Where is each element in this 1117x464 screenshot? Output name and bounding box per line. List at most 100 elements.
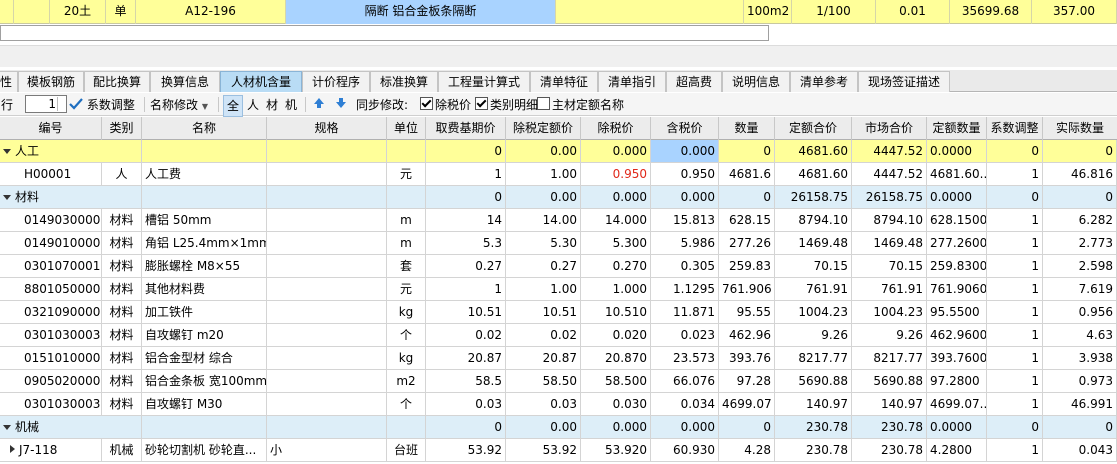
cell-spec[interactable] [267,163,387,185]
cell-quota-price-ex-tax[interactable]: 14.00 [506,209,581,231]
cell-quota-total[interactable]: 761.91 [775,278,852,300]
col-header-category[interactable]: 类别 [102,117,142,140]
col-header-quota-price-ex-tax[interactable]: 除税定额价 [506,117,581,140]
cell-base-price[interactable]: 1 [426,278,506,300]
cell-base-price[interactable]: 58.5 [426,370,506,392]
cell-quota-quantity[interactable]: 0.0000 [927,140,987,162]
cell-quota-total[interactable]: 230.78 [775,416,852,438]
cell-actual-quantity[interactable]: 2.773 [1043,232,1117,254]
cell-base-price[interactable]: 5.3 [426,232,506,254]
cell-quota-price-ex-tax[interactable]: 10.51 [506,301,581,323]
cell-code[interactable]: H00001 [0,163,102,185]
cell-price-ex-tax[interactable]: 58.500 [581,370,651,392]
cell-base-price[interactable]: 0 [426,416,506,438]
cell-unit[interactable]: 个 [387,393,426,415]
cell-market-total[interactable]: 9.26 [852,324,927,346]
filter-all-button[interactable]: 全 [223,95,244,117]
cell-quota-price-ex-tax[interactable]: 1.00 [506,163,581,185]
cell-price-ex-tax[interactable]: 10.510 [581,301,651,323]
cell-coef-adjust[interactable]: 0 [987,186,1043,208]
cell-actual-quantity[interactable]: 4.63 [1043,324,1117,346]
cell-spec[interactable] [267,347,387,369]
cell-market-total[interactable]: 140.97 [852,393,927,415]
tab-quantity-formula[interactable]: 工程量计算式 [438,71,530,92]
cell-quota-total[interactable]: 4681.60 [775,140,852,162]
resource-row[interactable]: 03010300033 材料 自攻螺钉 M30 个 0.03 0.03 0.030 0.034… [0,393,1117,416]
cell-actual-quantity[interactable]: 2.598 [1043,255,1117,277]
cell-actual-quantity[interactable]: 0.973 [1043,370,1117,392]
cell-price-inc-tax[interactable]: 11.871 [651,301,719,323]
cell-actual-quantity[interactable]: 46.991 [1043,393,1117,415]
cell-price-inc-tax[interactable]: 0.950 [651,163,719,185]
tab-standard-conversion[interactable]: 标准换算 [370,71,438,92]
cell-price-inc-tax[interactable]: 0.305 [651,255,719,277]
cell-price-ex-tax[interactable]: 5.300 [581,232,651,254]
cell-quota-quantity[interactable]: 0.0000 [927,186,987,208]
cell-quota-total[interactable]: 8217.77 [775,347,852,369]
cell-unit[interactable]: 个 [387,324,426,346]
cell-name[interactable]: 膨胀螺栓 M8×55 [142,255,267,277]
move-up-button[interactable] [313,96,325,114]
expand-triangle-icon[interactable] [10,445,15,453]
cell-code[interactable]: 人工 [0,140,102,162]
cell-quota-price-ex-tax[interactable]: 1.00 [506,278,581,300]
cell-coef-adjust[interactable]: 1 [987,347,1043,369]
cell-quantity[interactable]: 97.28 [719,370,775,392]
cell-quota-price-ex-tax[interactable]: 5.30 [506,232,581,254]
cell-spec[interactable] [267,416,387,438]
cell-price-inc-tax[interactable]: 0.000 [651,186,719,208]
filter-labor-button[interactable]: 人 [247,96,259,114]
cell-quota-price-ex-tax[interactable]: 0.27 [506,255,581,277]
cell-quota-price-ex-tax[interactable]: 0.00 [506,416,581,438]
cell-unit[interactable]: m [387,209,426,231]
cell-coef-adjust[interactable]: 0 [987,140,1043,162]
cell-quota-total[interactable]: 1004.23 [775,301,852,323]
cell-quota-price-ex-tax[interactable]: 20.87 [506,347,581,369]
cell-category[interactable]: 材料 [102,347,142,369]
resource-row[interactable]: J7-118 机械 砂轮切割机 砂轮直... 小台班 53.92 53.92 53.920 6… [0,439,1117,462]
cell-quantity[interactable]: 462.96 [719,324,775,346]
cell-spec[interactable] [267,209,387,231]
cell-name[interactable]: 铝合金条板 宽100mm [142,370,267,392]
tab-item-guide[interactable]: 清单指引 [598,71,666,92]
col-header-price-ex-tax[interactable]: 除税价 [581,117,651,140]
col-header-market-total[interactable]: 市场合价 [852,117,927,140]
cell-name[interactable]: 砂轮切割机 砂轮直... [142,439,267,461]
col-header-price-inc-tax[interactable]: 含税价 [651,117,719,140]
cell-unit[interactable]: 元 [387,278,426,300]
cell-category[interactable]: 材料 [102,255,142,277]
tab-partial[interactable]: 性 [0,71,18,92]
cell-quota-price-ex-tax[interactable]: 0.03 [506,393,581,415]
formula-input[interactable] [0,25,769,41]
cell-actual-quantity[interactable]: 3.938 [1043,347,1117,369]
cell-quantity[interactable]: 0 [719,140,775,162]
cell-quantity[interactable]: 761.906 [719,278,775,300]
cell-quota-total[interactable]: 8794.10 [775,209,852,231]
cell-quantity[interactable]: 95.55 [719,301,775,323]
cell-quota-total[interactable]: 70.15 [775,255,852,277]
cell-actual-quantity[interactable]: 0 [1043,140,1117,162]
cell-market-total[interactable]: 761.91 [852,278,927,300]
cell-price-ex-tax[interactable]: 20.870 [581,347,651,369]
cell-quota-quantity[interactable]: 0.0000 [927,416,987,438]
resource-row[interactable]: 01490100002 材料 角铝 L25.4mm×1mm m 5.3 5.30 5.300… [0,232,1117,255]
tab-conversion-info[interactable]: 换算信息 [150,71,220,92]
cell-unit[interactable]: kg [387,301,426,323]
tab-height-fee[interactable]: 超高费 [666,71,722,92]
cell-actual-quantity[interactable]: 0 [1043,186,1117,208]
col-header-quota-quantity[interactable]: 定额数量 [927,117,987,140]
cell-name[interactable]: 自攻螺钉 m20 [142,324,267,346]
cell-code[interactable]: 03010700012 [0,255,102,277]
cell-market-total[interactable]: 8217.77 [852,347,927,369]
cell-spec[interactable] [267,324,387,346]
cell-market-total[interactable]: 4447.52 [852,140,927,162]
cell-category[interactable] [102,416,142,438]
filter-material-button[interactable]: 材 [266,96,278,114]
cell-code[interactable]: 机械 [0,416,102,438]
col-header-quota-total[interactable]: 定额合价 [775,117,852,140]
cell-market-total[interactable]: 1004.23 [852,301,927,323]
cell-name[interactable]: 其他材料费 [142,278,267,300]
cell-price-ex-tax[interactable]: 0.000 [581,140,651,162]
cell-spec[interactable] [267,301,387,323]
tax-price-checkbox[interactable]: 除税价 [420,96,471,114]
